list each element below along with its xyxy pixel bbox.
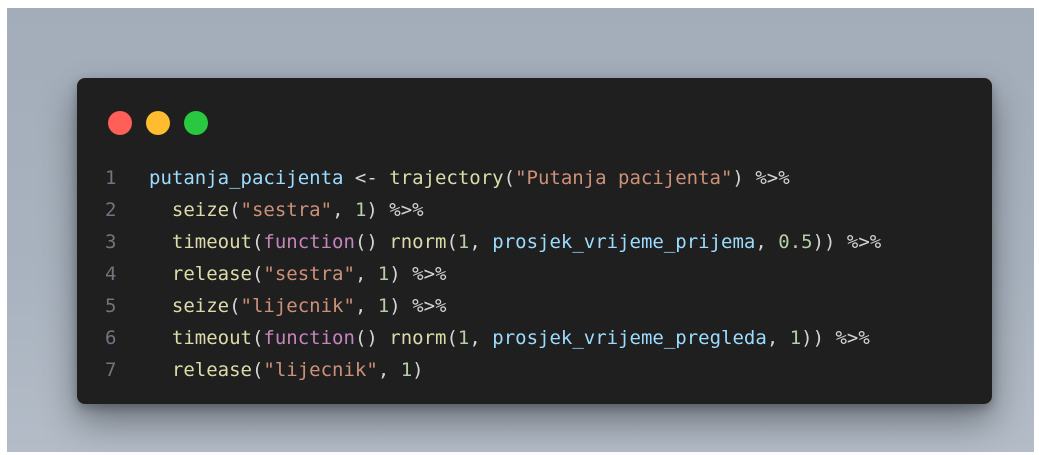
code-token: %>% (389, 199, 424, 221)
code-token: %>% (412, 263, 447, 285)
code-token: function (263, 231, 355, 253)
code-line: 4 release("sestra", 1) %>% (105, 258, 975, 290)
line-number: 7 (105, 359, 117, 381)
code-token: ( (251, 327, 264, 349)
code-token: ( (251, 359, 264, 381)
code-token: putanja_pacijenta (149, 167, 344, 189)
code-token: , (766, 327, 790, 349)
code-token: ( (446, 327, 458, 349)
code-line: 1 putanja_pacijenta <- trajectory("Putanj… (105, 162, 975, 194)
code-token: () (354, 327, 390, 349)
code-token: prosjek_vrijeme_prijema (492, 231, 756, 253)
code-token: 0.5 (778, 231, 813, 253)
code-token: ( (251, 263, 264, 285)
code-line-content: seize("lijecnik", 1) %>% (149, 295, 447, 317)
code-token: "lijecnik" (240, 295, 355, 317)
code-token: "sestra" (240, 199, 333, 221)
code-token: ( (251, 231, 264, 253)
code-window: 1 putanja_pacijenta <- trajectory("Putanj… (77, 78, 992, 404)
code-token: 1 (377, 263, 390, 285)
code-token: , (469, 231, 493, 253)
code-line: 2 seize("sestra", 1) %>% (105, 194, 975, 226)
code-token: "sestra" (263, 263, 355, 285)
code-token: <- (343, 167, 390, 189)
close-dot-icon[interactable] (108, 111, 132, 135)
code-token: rnorm (389, 327, 447, 349)
code-token: ( (446, 231, 458, 253)
code-token: %>% (835, 327, 870, 349)
code-token: 1 (377, 295, 390, 317)
code-line: 7 release("lijecnik", 1) (105, 354, 975, 386)
code-line-content: release("lijecnik", 1) (149, 359, 424, 381)
code-token: trajectory (389, 167, 504, 189)
code-token: release (171, 263, 252, 285)
code-line-content: timeout(function() rnorm(1, prosjek_vrij… (149, 327, 870, 349)
minimize-dot-icon[interactable] (146, 111, 170, 135)
code-token: ) (366, 199, 390, 221)
code-token: 1 (457, 231, 470, 253)
code-token: 1 (400, 359, 413, 381)
code-token: rnorm (389, 231, 447, 253)
code-line-content: timeout(function() rnorm(1, prosjek_vrij… (149, 231, 881, 253)
code-token: ( (503, 167, 516, 189)
code-token: 1 (354, 199, 367, 221)
code-token: ) (389, 263, 413, 285)
line-number: 4 (105, 263, 117, 285)
line-number: 5 (105, 295, 117, 317)
maximize-dot-icon[interactable] (184, 111, 208, 135)
code-line-content: seize("sestra", 1) %>% (149, 199, 424, 221)
line-number: 3 (105, 231, 117, 253)
code-token: %>% (412, 295, 447, 317)
code-token: )) (812, 231, 847, 253)
code-token: ) (412, 359, 424, 381)
code-line-content: release("sestra", 1) %>% (149, 263, 447, 285)
code-token: release (171, 359, 252, 381)
code-token: prosjek_vrijeme_pregleda (492, 327, 767, 349)
code-token: , (354, 295, 378, 317)
code-token: ( (229, 199, 241, 221)
line-number: 2 (105, 199, 117, 221)
code-line: 3 timeout(function() rnorm(1, prosjek_vr… (105, 226, 975, 258)
code-line: 5 seize("lijecnik", 1) %>% (105, 290, 975, 322)
code-block: 1 putanja_pacijenta <- trajectory("Putanj… (105, 162, 975, 386)
code-token: "lijecnik" (263, 359, 378, 381)
window-controls (108, 111, 208, 135)
code-token: ) (389, 295, 413, 317)
code-token: , (469, 327, 493, 349)
code-token: )) (801, 327, 836, 349)
code-token: seize (171, 295, 230, 317)
code-token: function (263, 327, 355, 349)
code-token: timeout (171, 231, 252, 253)
code-token: timeout (171, 327, 252, 349)
code-token: ) (732, 167, 756, 189)
code-token: , (755, 231, 779, 253)
code-line: 6 timeout(function() rnorm(1, prosjek_vr… (105, 322, 975, 354)
background: 1 putanja_pacijenta <- trajectory("Putanj… (7, 8, 1034, 452)
code-token: , (332, 199, 355, 221)
line-number: 6 (105, 327, 117, 349)
code-token: () (354, 231, 390, 253)
code-token: 1 (789, 327, 802, 349)
code-token: %>% (755, 167, 790, 189)
line-number: 1 (105, 167, 117, 189)
code-token: ( (229, 295, 241, 317)
code-line-content: putanja_pacijenta <- trajectory("Putanja… (149, 167, 790, 189)
code-token: %>% (846, 231, 882, 253)
code-token: 1 (457, 327, 470, 349)
code-token: seize (171, 199, 230, 221)
code-token: , (377, 359, 401, 381)
code-token: "Putanja pacijenta" (515, 167, 733, 189)
code-token: , (354, 263, 378, 285)
